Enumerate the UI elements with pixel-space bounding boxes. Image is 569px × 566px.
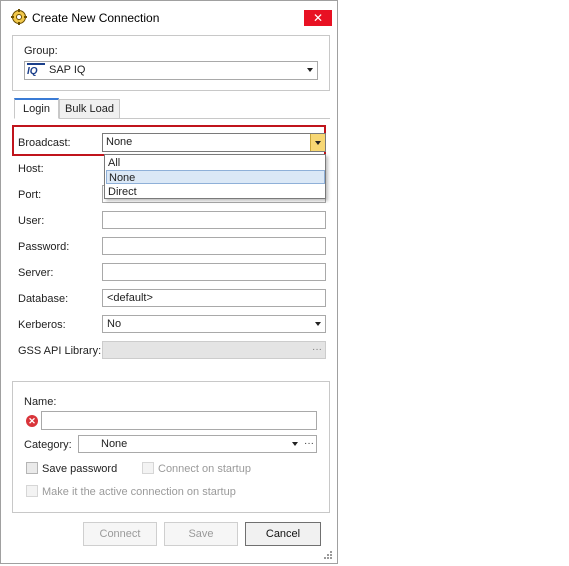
- database-label: Database:: [18, 293, 69, 305]
- tab-panel-divider: [59, 118, 330, 119]
- broadcast-dropdown-button[interactable]: [310, 134, 325, 151]
- kerberos-select[interactable]: No: [102, 315, 326, 333]
- create-connection-dialog: Create New Connection ✕ Group: IQ SAP IQ…: [0, 0, 338, 564]
- tab-label: Bulk Load: [65, 103, 114, 115]
- browse-ellipsis-icon[interactable]: ···: [312, 344, 322, 355]
- tab-login[interactable]: Login: [14, 98, 59, 119]
- port-label: Port:: [18, 189, 42, 201]
- tab-bulk-load[interactable]: Bulk Load: [59, 99, 120, 119]
- connect-on-startup-label: Connect on startup: [158, 463, 251, 475]
- chevron-down-icon: [292, 442, 298, 446]
- broadcast-label: Broadcast:: [18, 137, 71, 149]
- server-label: Server:: [18, 267, 54, 279]
- save-button[interactable]: Save: [164, 522, 238, 546]
- group-value: SAP IQ: [49, 64, 86, 76]
- close-icon: ✕: [312, 11, 324, 25]
- connect-on-startup-checkbox[interactable]: [142, 462, 154, 474]
- cancel-button[interactable]: Cancel: [245, 522, 321, 546]
- user-input[interactable]: [102, 211, 326, 229]
- error-icon: ✕: [26, 415, 38, 427]
- broadcast-dropdown-list: All None Direct: [104, 154, 326, 199]
- save-password-checkbox[interactable]: [26, 462, 38, 474]
- database-input[interactable]: <default>: [102, 289, 326, 307]
- gss-library-input: ···: [102, 341, 326, 359]
- browse-ellipsis-icon[interactable]: ···: [304, 438, 314, 449]
- category-label: Category:: [24, 439, 72, 451]
- kerberos-label: Kerberos:: [18, 319, 66, 331]
- broadcast-value: None: [106, 136, 133, 148]
- sap-iq-icon: IQ: [27, 63, 45, 80]
- chevron-down-icon: [315, 322, 321, 326]
- dropdown-option-direct[interactable]: Direct: [106, 185, 325, 199]
- server-input[interactable]: [102, 263, 326, 281]
- database-value: <default>: [107, 292, 153, 304]
- name-input[interactable]: [41, 411, 317, 430]
- group-select[interactable]: IQ SAP IQ: [24, 61, 318, 80]
- chevron-down-icon: [315, 141, 321, 145]
- chevron-down-icon: [307, 68, 313, 72]
- kerberos-value: No: [107, 318, 122, 330]
- resize-grip-icon[interactable]: [323, 550, 333, 560]
- window-title: Create New Connection: [32, 11, 160, 25]
- broadcast-select[interactable]: None: [102, 133, 326, 152]
- password-input[interactable]: [102, 237, 326, 255]
- gss-library-label: GSS API Library:: [18, 345, 102, 357]
- save-password-label: Save password: [42, 463, 118, 475]
- title-bar: Create New Connection ✕: [1, 1, 337, 33]
- password-label: Password:: [18, 241, 70, 253]
- group-label: Group:: [24, 45, 58, 57]
- close-button[interactable]: ✕: [304, 10, 332, 26]
- make-active-checkbox[interactable]: [26, 485, 38, 497]
- name-label: Name:: [24, 396, 57, 408]
- category-value: None: [101, 438, 128, 450]
- connect-button[interactable]: Connect: [83, 522, 157, 546]
- dropdown-option-all[interactable]: All: [106, 156, 325, 170]
- user-label: User:: [18, 215, 45, 227]
- make-active-label: Make it the active connection on startup: [42, 486, 236, 498]
- host-label: Host:: [18, 163, 44, 175]
- sapiq-gear-icon: [11, 9, 27, 25]
- dropdown-option-none[interactable]: None: [106, 170, 325, 184]
- tab-label: Login: [23, 103, 50, 115]
- category-select[interactable]: None ···: [78, 435, 317, 453]
